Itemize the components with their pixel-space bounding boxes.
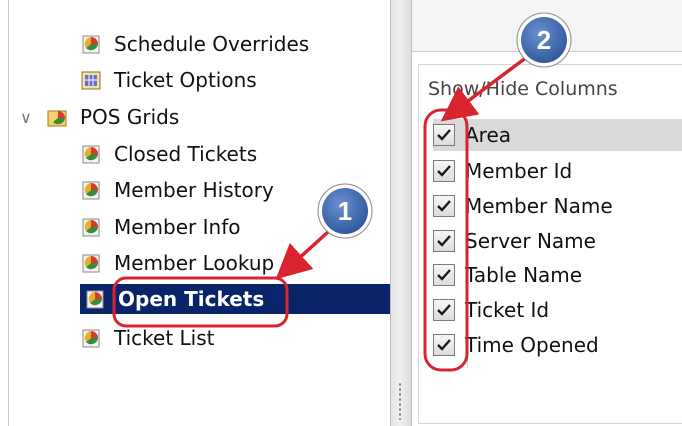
tree-item-ticket-options[interactable]: Ticket Options <box>80 65 257 95</box>
checkbox[interactable] <box>433 124 455 146</box>
checkbox[interactable] <box>433 160 455 182</box>
tree-item-closed-tickets[interactable]: Closed Tickets <box>80 139 257 169</box>
tree-item-member-lookup[interactable]: Member Lookup <box>80 248 274 278</box>
report-icon <box>80 216 102 238</box>
chevron-down-icon[interactable]: ∨ <box>20 108 32 127</box>
report-icon <box>80 252 102 274</box>
checkbox[interactable] <box>433 230 455 252</box>
report-icon <box>84 288 106 310</box>
column-label: Server Name <box>465 229 596 253</box>
panel-splitter[interactable] <box>390 0 412 426</box>
column-toggle-member-name[interactable]: Member Name <box>433 190 682 222</box>
tree-item-label: Schedule Overrides <box>114 32 310 56</box>
tree-item-member-info[interactable]: Member Info <box>80 212 240 242</box>
column-toggle-ticket-id[interactable]: Ticket Id <box>433 294 682 326</box>
tree-item-label: Ticket List <box>114 326 215 350</box>
column-label: Ticket Id <box>465 298 550 322</box>
folder-report-icon <box>46 106 68 128</box>
splitter-grip-icon[interactable] <box>398 382 402 420</box>
navigation-tree: Schedule Overrides Ticket Options ∨ POS … <box>0 0 390 426</box>
checkbox[interactable] <box>433 195 455 217</box>
column-toggle-table-name[interactable]: Table Name <box>433 259 682 291</box>
column-toggle-time-opened[interactable]: Time Opened <box>433 329 682 361</box>
column-toggle-member-id[interactable]: Member Id <box>433 155 682 187</box>
column-toggle-area[interactable]: Area <box>433 119 682 151</box>
tree-item-member-history[interactable]: Member History <box>80 175 274 205</box>
tree-item-schedule-overrides[interactable]: Schedule Overrides <box>80 29 309 59</box>
panel-header-box <box>412 0 682 52</box>
report-icon <box>80 33 102 55</box>
report-icon <box>80 327 102 349</box>
column-label: Time Opened <box>465 333 599 357</box>
tree-item-label: Member Lookup <box>114 251 275 275</box>
tree-item-label: Member Info <box>114 215 241 239</box>
tree-item-label: Closed Tickets <box>114 142 258 166</box>
tree-item-pos-grids[interactable]: POS Grids <box>46 102 179 132</box>
column-label: Member Id <box>465 159 573 183</box>
tree-item-label: Ticket Options <box>114 68 257 92</box>
checkbox[interactable] <box>433 264 455 286</box>
tree-item-label: POS Grids <box>80 105 180 129</box>
tree-item-open-tickets[interactable]: Open Tickets <box>80 284 390 314</box>
column-label: Member Name <box>465 194 613 218</box>
tree-guide-line <box>8 0 9 426</box>
tree-item-label: Member History <box>114 178 274 202</box>
report-icon <box>80 143 102 165</box>
report-icon <box>80 179 102 201</box>
column-label: Area <box>465 123 512 147</box>
column-toggle-server-name[interactable]: Server Name <box>433 225 682 257</box>
checkbox[interactable] <box>433 334 455 356</box>
column-label: Table Name <box>465 263 583 287</box>
grid-icon <box>80 69 102 91</box>
tree-item-ticket-list[interactable]: Ticket List <box>80 323 215 353</box>
group-title: Show/Hide Columns <box>428 78 618 100</box>
tree-item-label: Open Tickets <box>118 287 265 311</box>
checkbox[interactable] <box>433 299 455 321</box>
